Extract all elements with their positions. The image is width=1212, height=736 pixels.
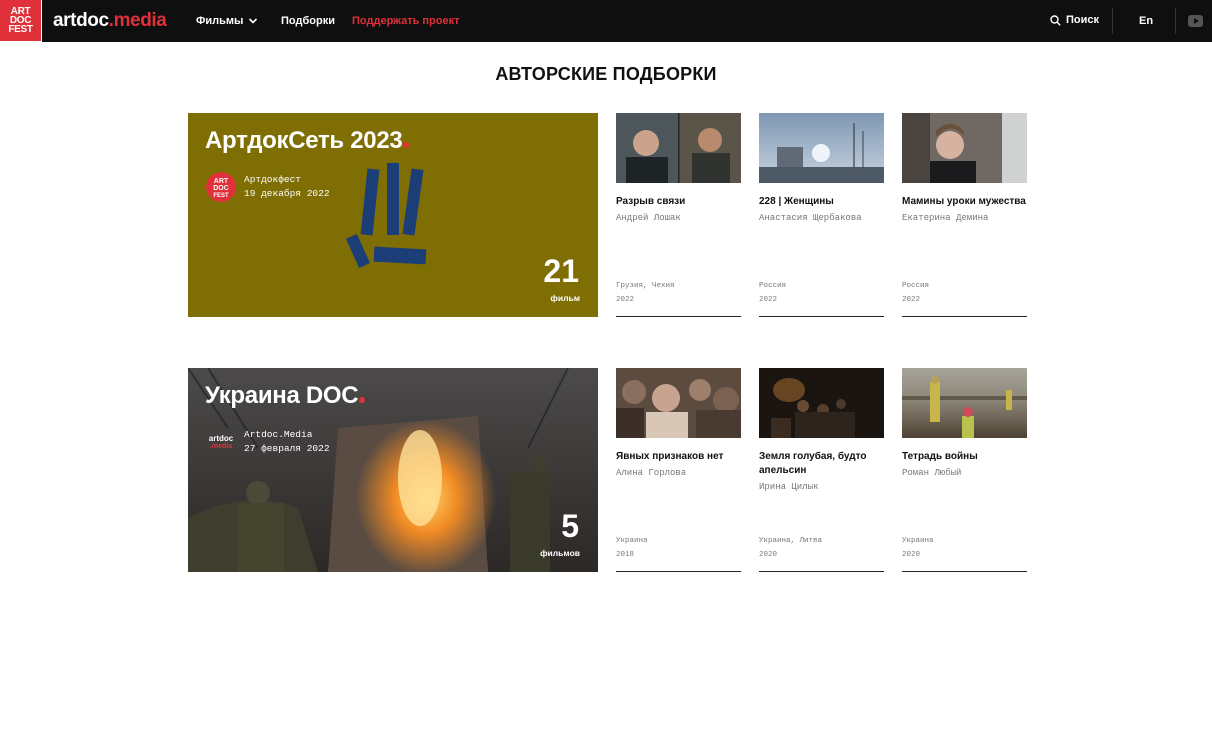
- site-logo[interactable]: artdoc.media: [53, 10, 167, 32]
- brand-main: artdoc: [53, 10, 109, 31]
- film-director: Ирина Цилык: [759, 482, 819, 492]
- collection-card: Украина DOC artdoc .media Artdoc.Media 2…: [188, 368, 1028, 572]
- film-card[interactable]: Земля голубая, будто апельсин Ирина Цилы…: [759, 368, 884, 572]
- svg-text:FEST: FEST: [213, 193, 229, 199]
- film-card[interactable]: Разрыв связи Андрей Лошак Грузия, Чехия …: [616, 113, 741, 317]
- language-switch[interactable]: En: [1139, 15, 1153, 27]
- film-country: Украина, Литва: [759, 537, 823, 545]
- svg-text:artdoc: artdoc: [209, 434, 234, 443]
- film-divider: [616, 316, 741, 317]
- search-label: Поиск: [1066, 14, 1100, 26]
- film-title[interactable]: Явных признаков нет: [616, 450, 741, 464]
- collection-film-count: 21: [543, 253, 579, 289]
- collection-date: 19 декабря 2022: [244, 188, 330, 199]
- film-divider: [759, 316, 884, 317]
- svg-text:DOC: DOC: [213, 185, 229, 192]
- artdoc-media-author-logo: artdoc .media: [209, 434, 234, 450]
- collection-date: 27 февраля 2022: [244, 443, 330, 454]
- film-country: Россия: [902, 282, 930, 290]
- nav-films[interactable]: Фильмы: [196, 15, 243, 27]
- film-country: Украина: [616, 537, 648, 545]
- collection-author: Артдокфест: [244, 174, 302, 185]
- film-year: 2018: [616, 551, 635, 559]
- film-card[interactable]: 228 | Женщины Анастасия Щербакова Россия…: [759, 113, 884, 317]
- search-icon: [1050, 14, 1061, 26]
- film-divider: [759, 571, 884, 572]
- artdocfest-author-logo: ART DOC FEST: [206, 172, 236, 202]
- film-year: 2022: [616, 296, 635, 304]
- youtube-icon[interactable]: [1188, 15, 1203, 27]
- top-nav-bar: ART DOC FEST artdoc.media Фильмы Подборк…: [0, 0, 1212, 42]
- film-divider: [616, 571, 741, 572]
- fest-logo-line-3: FEST: [8, 24, 33, 35]
- film-thumbnail[interactable]: [616, 113, 741, 183]
- film-title[interactable]: Разрыв связи: [616, 195, 741, 209]
- svg-text:ART: ART: [214, 178, 229, 185]
- film-thumbnail[interactable]: [902, 113, 1027, 183]
- film-title[interactable]: Мамины уроки мужества: [902, 195, 1027, 209]
- film-country: Украина: [902, 537, 934, 545]
- film-thumbnail[interactable]: [759, 113, 884, 183]
- chevron-down-icon[interactable]: [248, 16, 258, 26]
- collection-card: АртдокСеть 2023 ART DOC FEST Артдокфест …: [188, 113, 1028, 317]
- film-year: 2020: [902, 551, 921, 559]
- film-year: 2020: [759, 551, 778, 559]
- film-director: Анастасия Щербакова: [759, 213, 862, 223]
- collection-title: АртдокСеть 2023: [205, 127, 409, 155]
- film-thumbnail[interactable]: [616, 368, 741, 438]
- search-button[interactable]: Поиск: [1050, 14, 1099, 26]
- film-divider: [902, 571, 1027, 572]
- collection-count-label: фильм: [550, 293, 580, 303]
- film-country: Россия: [759, 282, 787, 290]
- page-title: АВТОРСКИЕ ПОДБОРКИ: [495, 64, 717, 84]
- nav-selections[interactable]: Подборки: [281, 15, 335, 27]
- film-director: Андрей Лошак: [616, 213, 681, 223]
- collection-banner[interactable]: Украина DOC artdoc .media Artdoc.Media 2…: [188, 368, 598, 572]
- film-director: Екатерина Демина: [902, 213, 989, 223]
- film-director: Роман Любый: [902, 468, 962, 478]
- film-divider: [902, 316, 1027, 317]
- nav-support-project[interactable]: Поддержать проект: [352, 15, 460, 27]
- collection-film-count: 5: [561, 508, 579, 544]
- film-thumbnail[interactable]: [902, 368, 1027, 438]
- film-title[interactable]: Земля голубая, будто апельсин: [759, 450, 884, 478]
- film-title[interactable]: 228 | Женщины: [759, 195, 884, 209]
- film-card[interactable]: Тетрадь войны Роман Любый Украина 2020: [902, 368, 1027, 572]
- film-director: Алина Горлова: [616, 468, 687, 478]
- film-country: Грузия, Чехия: [616, 282, 675, 290]
- film-card[interactable]: Явных признаков нет Алина Горлова Украин…: [616, 368, 741, 572]
- film-thumbnail[interactable]: [759, 368, 884, 438]
- collection-title: Украина DOC: [205, 382, 365, 410]
- header-divider: [1112, 8, 1113, 34]
- collection-count-label: фильмов: [540, 548, 580, 558]
- svg-text:.media: .media: [210, 443, 232, 450]
- film-card[interactable]: Мамины уроки мужества Екатерина Демина Р…: [902, 113, 1027, 317]
- film-year: 2022: [902, 296, 921, 304]
- collection-banner[interactable]: АртдокСеть 2023 ART DOC FEST Артдокфест …: [188, 113, 598, 317]
- film-year: 2022: [759, 296, 778, 304]
- artdocfest-logo[interactable]: ART DOC FEST: [0, 0, 42, 42]
- film-title[interactable]: Тетрадь войны: [902, 450, 1027, 464]
- brand-media: media: [113, 10, 167, 31]
- header-divider: [1175, 8, 1176, 34]
- collection-author: Artdoc.Media: [244, 429, 313, 440]
